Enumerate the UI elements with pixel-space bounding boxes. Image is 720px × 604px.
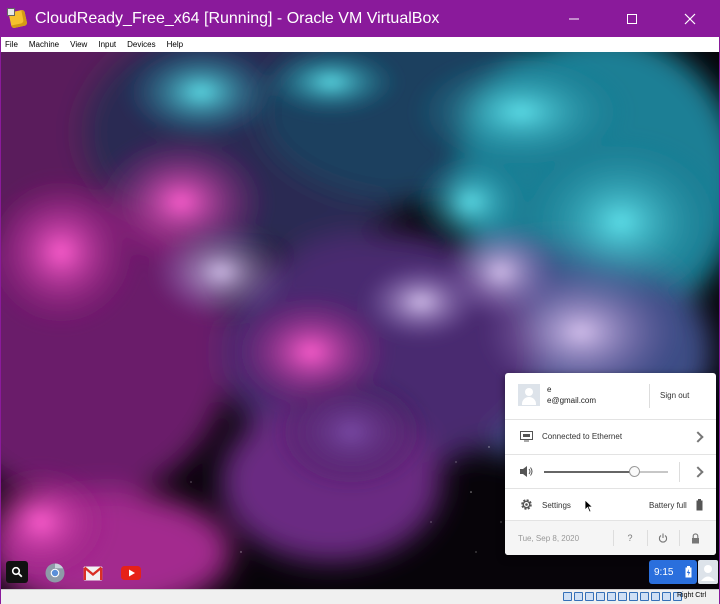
host-key-label: Right Ctrl [677, 592, 707, 599]
optical-drive-icon[interactable] [574, 592, 583, 601]
close-icon [684, 13, 696, 25]
ethernet-icon [520, 431, 533, 442]
chromeos-shelf: 9:15 [1, 558, 719, 589]
virtualbox-app-icon [7, 8, 29, 30]
battery-icon [696, 499, 703, 511]
youtube-icon [121, 566, 141, 580]
help-button[interactable]: ? [622, 530, 638, 546]
menu-devices[interactable]: Devices [127, 40, 155, 49]
power-icon [658, 533, 668, 543]
vm-status-bar: Right Ctrl [1, 589, 719, 604]
sign-out-button[interactable]: Sign out [660, 391, 689, 400]
usb-icon[interactable] [607, 592, 616, 601]
date-label: Tue, Sep 8, 2020 [518, 534, 580, 543]
shelf-user-avatar[interactable] [698, 560, 718, 584]
mouse-integration-icon[interactable] [662, 592, 671, 601]
lock-button[interactable] [687, 530, 703, 546]
user-email: e@gmail.com [547, 396, 597, 405]
help-label: ? [627, 533, 633, 543]
display-icon[interactable] [629, 592, 638, 601]
network-label: Connected to Ethernet [542, 432, 623, 441]
menu-bar: File Machine View Input Devices Help [1, 37, 719, 52]
audio-icon[interactable] [585, 592, 594, 601]
battery-label: Battery full [649, 501, 687, 510]
window-controls [545, 1, 719, 37]
menu-help[interactable]: Help [167, 40, 183, 49]
chrome-app[interactable] [43, 561, 67, 585]
user-row: e e@gmail.com Sign out [505, 373, 716, 420]
network-row[interactable]: Connected to Ethernet [505, 420, 716, 455]
chevron-right-icon [692, 431, 704, 443]
battery-charging-icon [685, 566, 692, 578]
vm-device-indicators [563, 592, 682, 601]
window-title: CloudReady_Free_x64 [Running] - Oracle V… [35, 10, 440, 27]
power-button[interactable] [655, 530, 671, 546]
volume-row [505, 455, 716, 489]
title-bar[interactable]: CloudReady_Free_x64 [Running] - Oracle V… [1, 1, 719, 37]
tray-footer: Tue, Sep 8, 2020 ? [505, 521, 716, 555]
menu-file[interactable]: File [5, 40, 18, 49]
settings-button[interactable]: Settings [542, 501, 571, 510]
close-button[interactable] [661, 1, 719, 37]
volume-slider-knob[interactable] [628, 466, 640, 477]
minimize-icon [569, 18, 579, 20]
gmail-icon [83, 566, 103, 580]
settings-row: Settings Battery full [505, 489, 716, 521]
user-avatar-icon [701, 565, 715, 581]
chrome-icon [45, 563, 65, 583]
system-tray-menu: e e@gmail.com Sign out Connected to Ethe… [505, 373, 716, 555]
clock: 9:15 [654, 566, 674, 578]
volume-slider-fill [544, 471, 635, 473]
launcher-button[interactable] [6, 561, 28, 583]
menu-input[interactable]: Input [98, 40, 116, 49]
chevron-right-icon[interactable] [692, 466, 704, 478]
virtualbox-window: CloudReady_Free_x64 [Running] - Oracle V… [0, 0, 720, 604]
youtube-app[interactable] [119, 561, 143, 585]
maximize-icon [627, 14, 637, 24]
gear-icon [521, 499, 532, 510]
gmail-app[interactable] [81, 561, 105, 585]
mouse-cursor-icon [584, 499, 594, 513]
status-area-button[interactable]: 9:15 [649, 560, 697, 584]
menu-machine[interactable]: Machine [29, 40, 59, 49]
guest-display[interactable]: e e@gmail.com Sign out Connected to Ethe… [1, 52, 719, 589]
hard-disk-icon[interactable] [563, 592, 572, 601]
video-capture-icon[interactable] [640, 592, 649, 601]
cpu-icon[interactable] [651, 592, 660, 601]
speaker-icon[interactable] [519, 465, 534, 478]
volume-slider[interactable] [544, 466, 668, 477]
minimize-button[interactable] [545, 1, 603, 37]
search-icon [11, 566, 23, 578]
network-icon[interactable] [596, 592, 605, 601]
lock-icon [691, 532, 699, 543]
user-name: e [547, 385, 552, 394]
menu-view[interactable]: View [70, 40, 87, 49]
user-avatar [518, 384, 540, 406]
shared-folder-icon[interactable] [618, 592, 627, 601]
maximize-button[interactable] [603, 1, 661, 37]
